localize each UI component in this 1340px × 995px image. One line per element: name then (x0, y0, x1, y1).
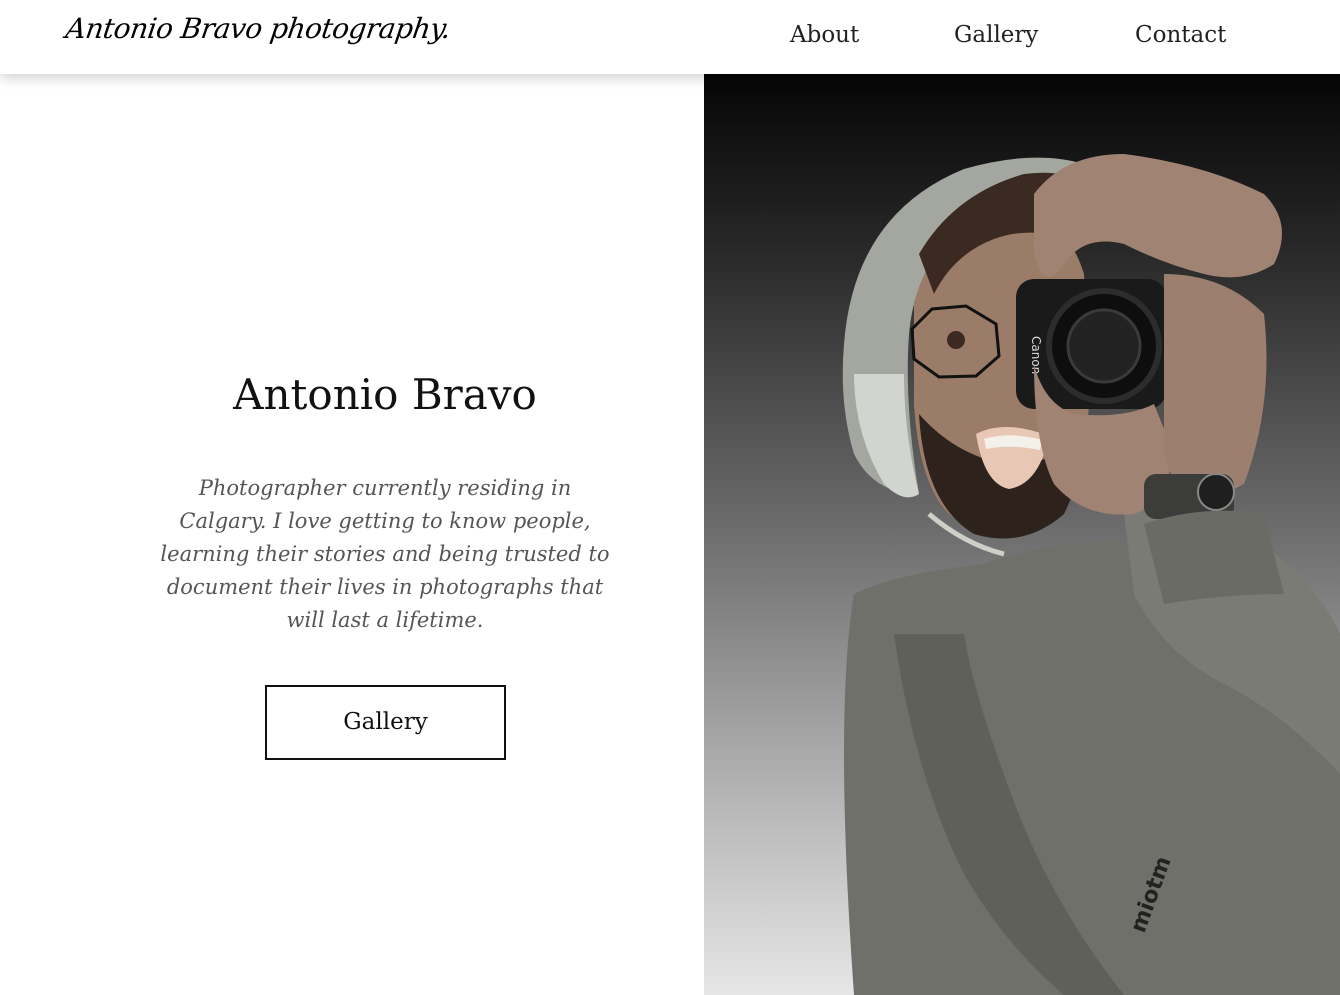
nav-link-about[interactable]: About (790, 22, 859, 48)
hero-intro: Antonio Bravo Photographer currently res… (0, 74, 704, 995)
hero-photo: Canon miotm (704, 74, 1340, 995)
nav-link-gallery[interactable]: Gallery (954, 22, 1038, 48)
site-header: Antonio Bravo photography. About Gallery… (0, 0, 1340, 74)
main-nav: About Gallery Contact (0, 22, 1340, 56)
gallery-button[interactable]: Gallery (265, 685, 506, 760)
photographer-portrait-image: Canon miotm (842, 154, 1340, 995)
nav-link-contact[interactable]: Contact (1135, 22, 1226, 48)
hero-name-heading: Antonio Bravo (233, 370, 537, 419)
camera-brand-label: Canon (1029, 336, 1043, 374)
hero-bio-text: Photographer currently residing in Calga… (160, 476, 610, 632)
